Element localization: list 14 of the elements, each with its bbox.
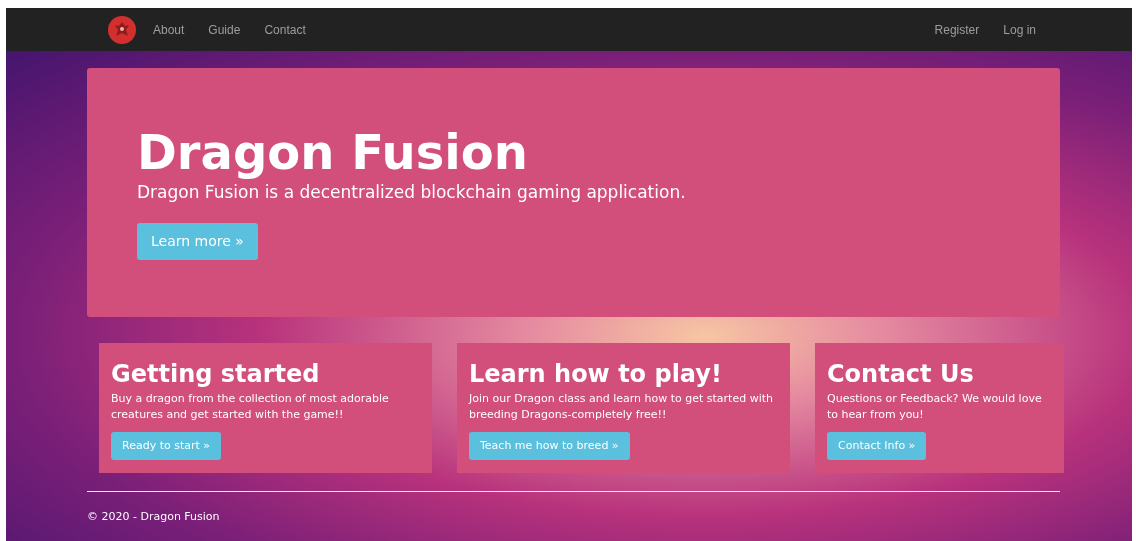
footer-text: © 2020 - Dragon Fusion [87,509,221,525]
card-text: Join our Dragon class and learn how to get started with breeding Dragons-completely free!! [469,391,774,423]
card-text: Buy a dragon from the collection of most adorable creatures and get started with the game!! [111,391,390,423]
card-title: Getting started [111,359,321,389]
nav-link[interactable]: Log in [1003,20,1036,39]
nav-link[interactable]: Contact [264,20,306,39]
nav-link[interactable]: Register [934,20,980,39]
nav-link[interactable]: About [153,20,185,39]
nav-link[interactable]: Guide [208,20,241,39]
card-title: Contact Us [827,359,975,389]
hero-title: Dragon Fusion [137,126,529,178]
hero-subtitle: Dragon Fusion is a decentralized blockchain gaming application. [137,181,687,204]
card-title: Learn how to play! [469,359,723,389]
card-text: Questions or Feedback? We would love to hear from you! [827,391,1043,423]
